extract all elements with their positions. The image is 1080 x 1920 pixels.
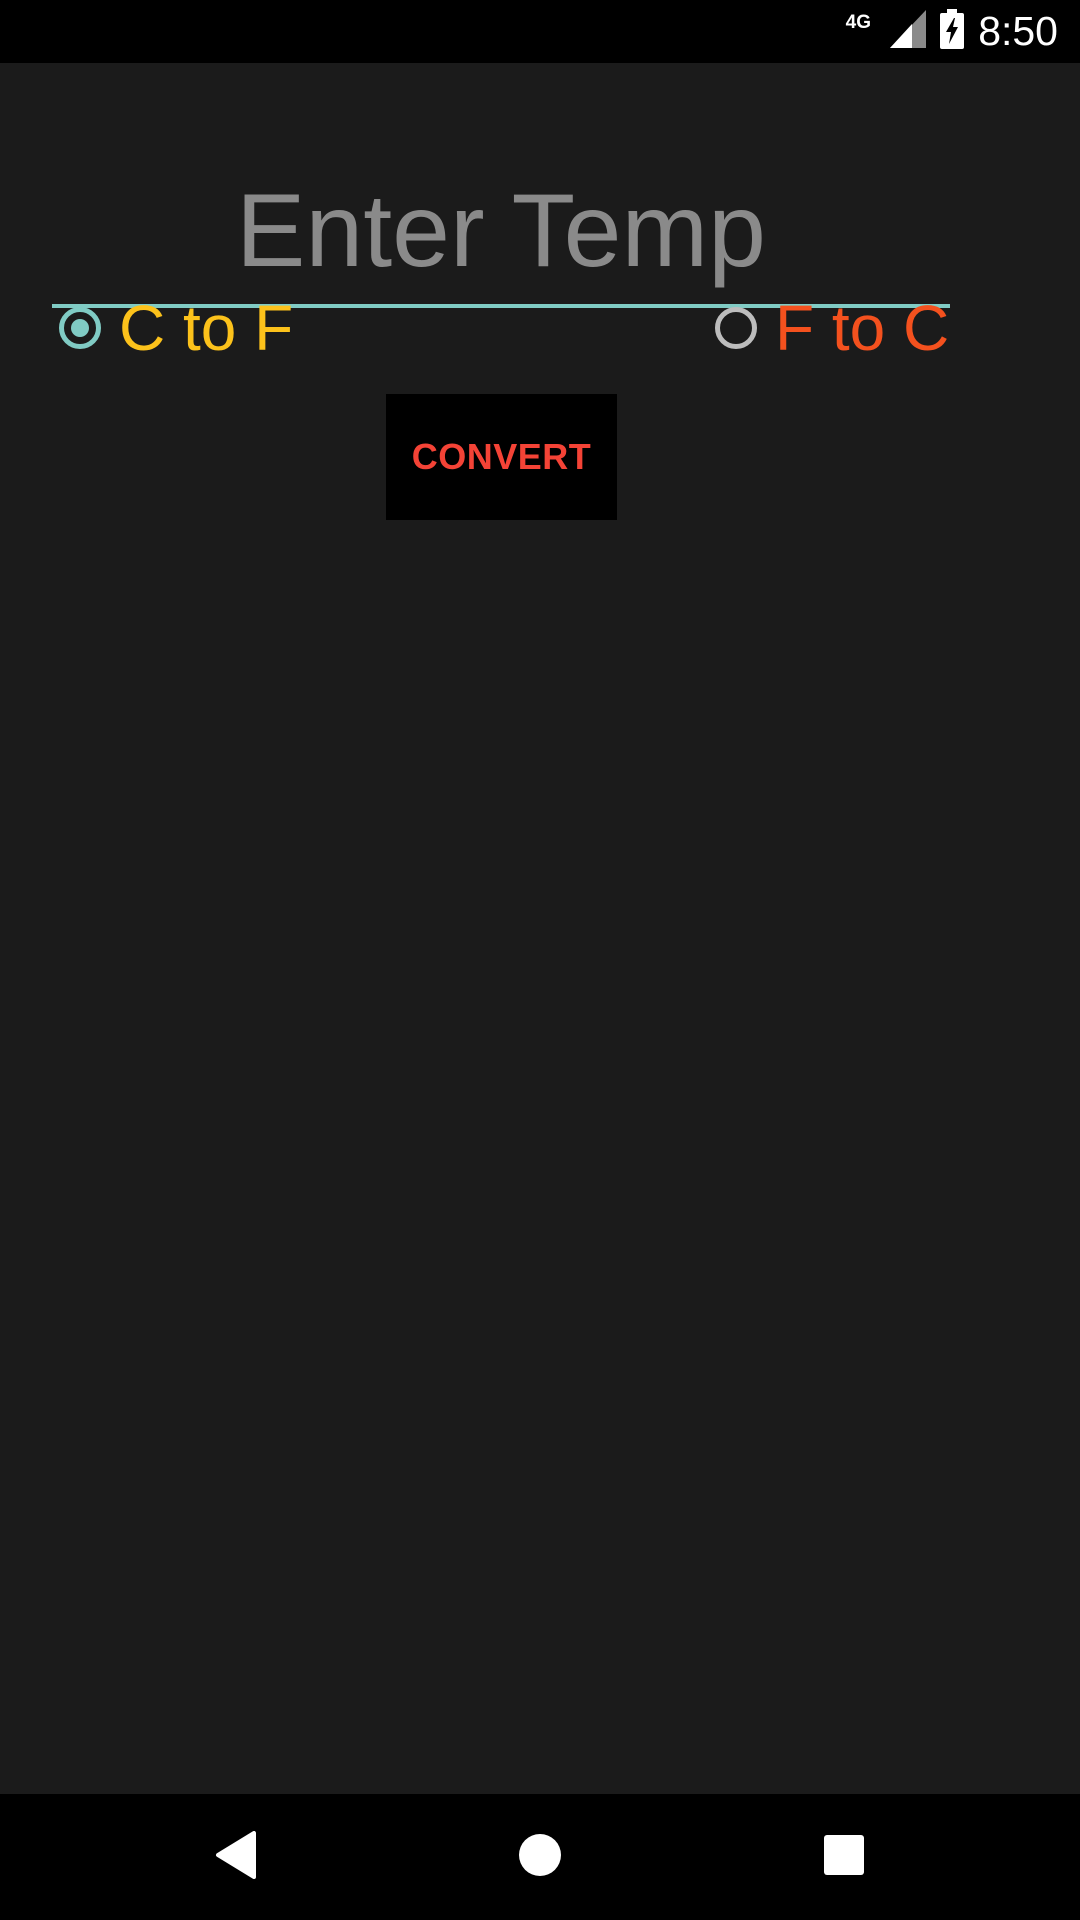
convert-button[interactable]: CONVERT (386, 394, 617, 520)
recents-icon (824, 1834, 864, 1880)
radio-checked-icon[interactable] (59, 307, 101, 349)
status-clock: 8:50 (978, 8, 1058, 54)
signal-icon (890, 10, 927, 53)
navigation-bar (0, 1794, 1080, 1920)
network-type-label: 4G (845, 12, 871, 33)
converter-screen: C to F F to C CONVERT (0, 63, 1080, 1794)
back-button[interactable] (176, 1794, 296, 1920)
radio-c-to-f[interactable]: C to F (59, 293, 293, 363)
temperature-input[interactable] (52, 158, 950, 308)
recents-button[interactable] (784, 1794, 904, 1920)
radio-f-to-c-label: F to C (775, 292, 950, 364)
radio-unchecked-icon[interactable] (715, 307, 757, 349)
home-button[interactable] (480, 1794, 600, 1920)
radio-f-to-c[interactable]: F to C (715, 293, 949, 363)
back-icon (214, 1830, 258, 1884)
status-bar: 4G 8:50 (0, 0, 1080, 63)
battery-charging-icon (940, 9, 965, 54)
radio-c-to-f-label: C to F (119, 292, 294, 364)
home-icon (518, 1833, 562, 1882)
